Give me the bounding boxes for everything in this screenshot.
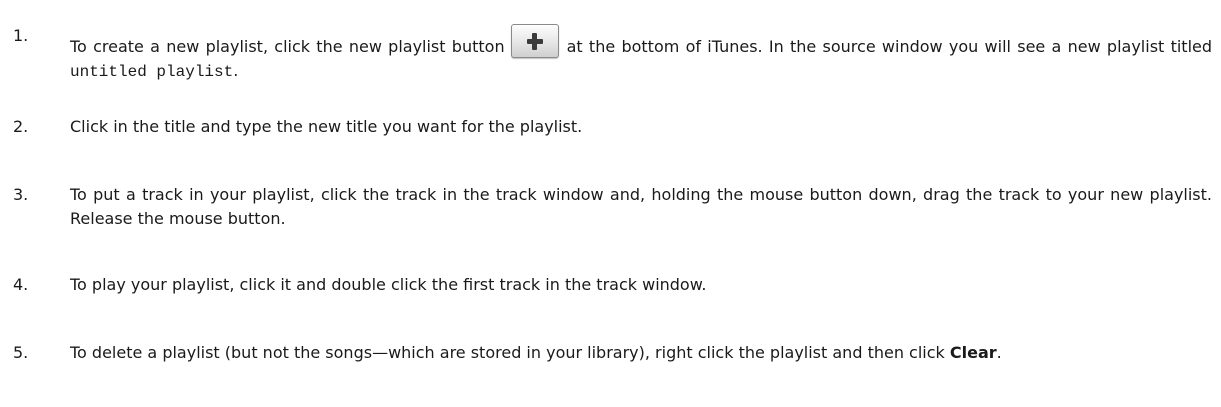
step-text-part: To delete a playlist (but not the songs—… xyxy=(70,343,945,362)
step-text: To play your playlist, click it and doub… xyxy=(70,275,707,294)
step-text: To create a new playlist, click the new … xyxy=(70,24,1212,84)
new-playlist-button[interactable] xyxy=(510,24,559,58)
step-number: 5. xyxy=(13,343,29,362)
step-number: 2. xyxy=(13,117,29,136)
instruction-document: 1. To create a new playlist, click the n… xyxy=(0,0,1221,407)
step-text: Click in the title and type the new titl… xyxy=(70,117,583,136)
step-number: 4. xyxy=(13,275,29,294)
step-text-end: . xyxy=(996,343,1002,362)
step-text: To delete a playlist (but not the songs—… xyxy=(70,341,1212,365)
step-number: 1. xyxy=(13,26,29,45)
step-text-part: To create a new playlist, click the new … xyxy=(70,37,505,56)
step-number: 3. xyxy=(13,185,29,204)
plus-icon xyxy=(512,25,558,57)
clear-command-label: Clear xyxy=(949,343,997,362)
step-text-part: at the bottom of iTunes. In the source w… xyxy=(566,37,1213,56)
playlist-name-code: untitled playlist xyxy=(70,63,234,81)
step-text: To put a track in your playlist, click t… xyxy=(70,185,1212,228)
step-text-end: . xyxy=(233,61,239,80)
